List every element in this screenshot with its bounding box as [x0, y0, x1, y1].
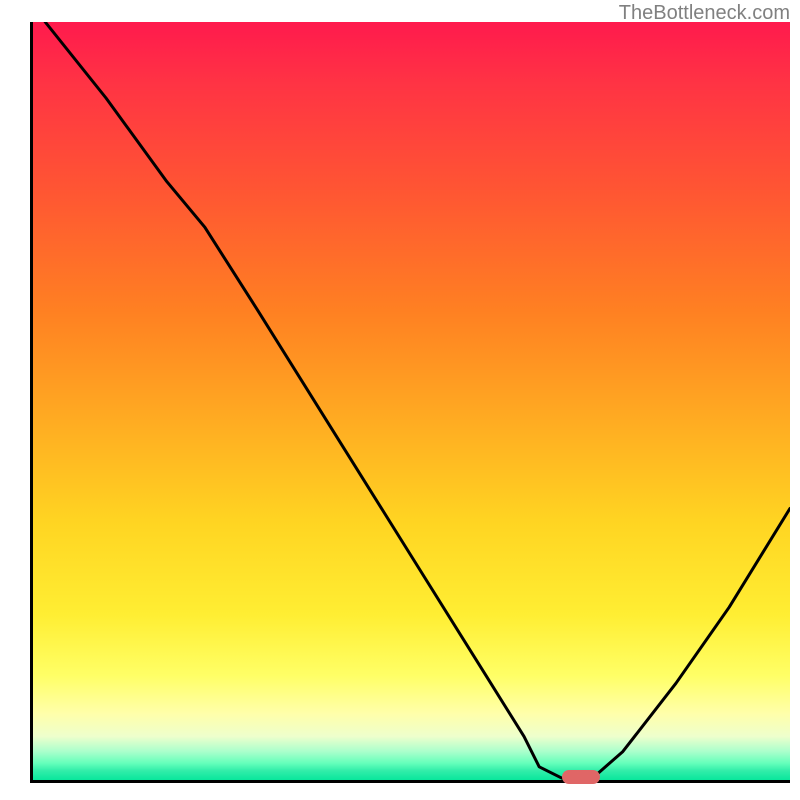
optimal-marker: [562, 770, 600, 784]
watermark-text: TheBottleneck.com: [619, 2, 790, 25]
bottleneck-curve: [45, 22, 790, 778]
x-axis: [30, 780, 790, 783]
curve-svg: [30, 22, 790, 782]
y-axis: [30, 22, 33, 782]
